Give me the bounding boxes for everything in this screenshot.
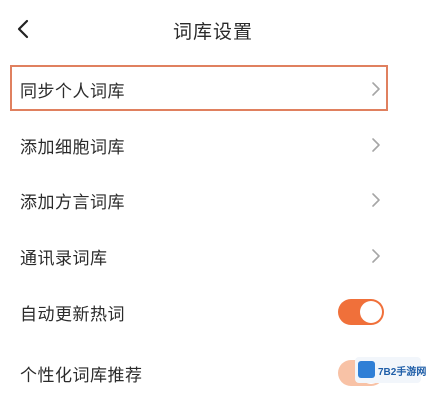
row-label: 个性化词库推荐 — [20, 366, 143, 386]
chevron-right-icon — [370, 247, 382, 265]
add-cell-dictionary-row[interactable]: 添加细胞词库 — [0, 117, 426, 173]
row-label: 添加细胞词库 — [20, 138, 125, 158]
row-label: 通讯录词库 — [20, 249, 108, 269]
watermark-text: 7B2手游网 — [378, 367, 426, 378]
auto-update-hotwords-toggle[interactable] — [338, 299, 384, 325]
chevron-right-icon — [370, 136, 382, 154]
row-label: 自动更新热词 — [20, 305, 125, 325]
watermark-logo-icon — [358, 361, 375, 378]
contacts-dictionary-row[interactable]: 通讯录词库 — [0, 228, 426, 284]
row-label: 同步个人词库 — [20, 82, 125, 102]
chevron-right-icon — [370, 80, 382, 98]
row-label: 添加方言词库 — [20, 193, 125, 213]
toggle-knob — [360, 301, 382, 323]
chevron-right-icon — [370, 191, 382, 209]
page-title: 词库设置 — [172, 21, 253, 43]
add-dialect-dictionary-row[interactable]: 添加方言词库 — [0, 172, 426, 228]
sync-personal-dictionary-row[interactable]: 同步个人词库 — [0, 61, 426, 117]
site-watermark: 7B2手游网 — [355, 357, 426, 383]
header-bar: 词库设置 — [0, 0, 426, 58]
